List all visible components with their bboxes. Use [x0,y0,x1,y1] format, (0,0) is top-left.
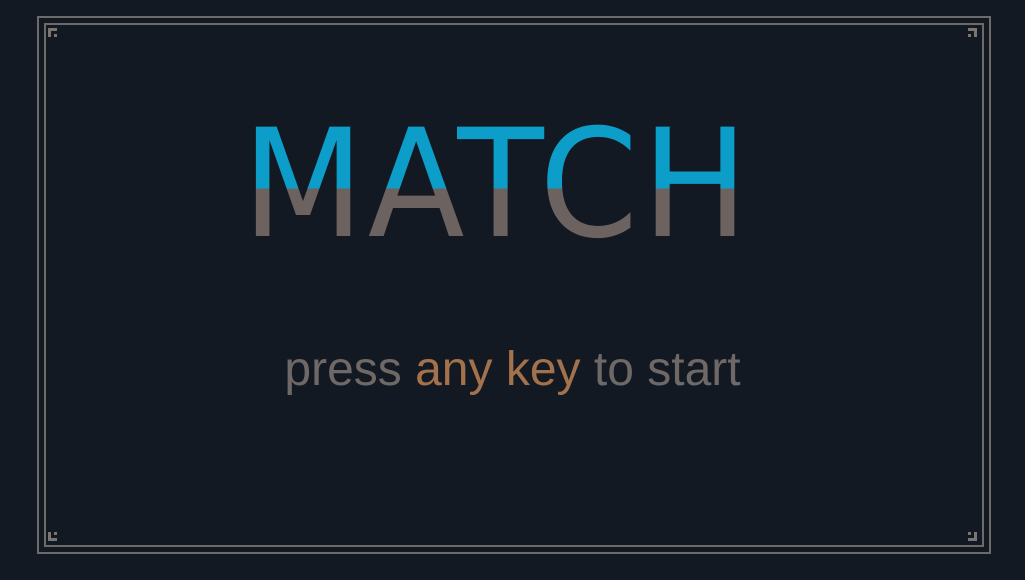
game-screen[interactable]: MATCH press any key to start [0,0,1025,580]
title-logo: MATCH [242,98,752,272]
start-prompt: press any key to start [0,336,1025,404]
frame-corner-bottom-right [966,530,977,541]
prompt-before: press [284,343,416,396]
prompt-after: to start [580,343,741,396]
prompt-any-key: any key [415,343,581,396]
title-text: MATCH [242,98,752,272]
frame-corner-bottom-left [48,530,59,541]
